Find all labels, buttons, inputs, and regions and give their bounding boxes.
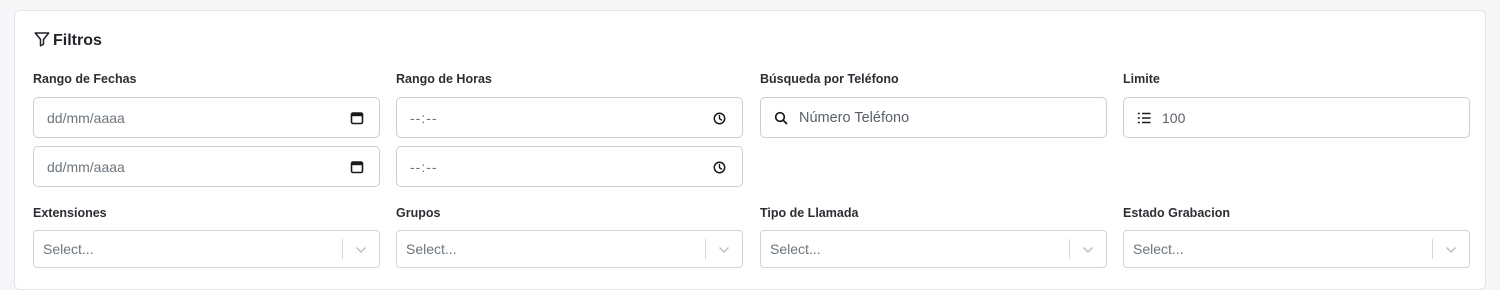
clock-icon[interactable]	[712, 111, 726, 125]
phone-search-input[interactable]: Número Teléfono	[760, 97, 1107, 138]
calendar-icon[interactable]	[349, 159, 365, 175]
select-separator	[705, 239, 706, 259]
start-time-placeholder: --:--	[410, 109, 438, 126]
call-type-select-placeholder: Select...	[770, 241, 821, 257]
end-date-placeholder: dd/mm/aaaa	[47, 158, 125, 175]
recording-status-label: Estado Grabacion	[1123, 206, 1230, 220]
date-range-label: Rango de Fechas	[33, 72, 137, 86]
extensions-label: Extensiones	[33, 206, 107, 220]
chevron-down-icon[interactable]	[1444, 243, 1458, 257]
end-time-input[interactable]: --:--	[396, 146, 743, 187]
limit-input[interactable]: 100	[1123, 97, 1470, 138]
chevron-down-icon[interactable]	[354, 243, 368, 257]
search-icon	[773, 110, 789, 126]
list-ordered-icon	[1136, 111, 1151, 125]
filters-title: Filtros	[33, 30, 102, 52]
filter-icon	[33, 30, 51, 53]
groups-label: Grupos	[396, 206, 441, 220]
start-date-input[interactable]: dd/mm/aaaa	[33, 97, 380, 138]
call-type-label: Tipo de Llamada	[760, 206, 859, 220]
groups-select-placeholder: Select...	[406, 241, 457, 257]
extensions-select[interactable]: Select...	[33, 230, 380, 268]
groups-select[interactable]: Select...	[396, 230, 743, 268]
select-separator	[1069, 239, 1070, 259]
extensions-select-placeholder: Select...	[43, 241, 94, 257]
time-range-label: Rango de Horas	[396, 72, 492, 86]
recording-status-select[interactable]: Select...	[1123, 230, 1470, 268]
select-separator	[1432, 239, 1433, 259]
clock-icon[interactable]	[712, 160, 726, 174]
end-date-input[interactable]: dd/mm/aaaa	[33, 146, 380, 187]
phone-search-label: Búsqueda por Teléfono	[760, 72, 899, 86]
filters-title-text: Filtros	[53, 32, 102, 49]
recording-status-select-placeholder: Select...	[1133, 241, 1184, 257]
chevron-down-icon[interactable]	[717, 243, 731, 257]
end-time-placeholder: --:--	[410, 158, 438, 175]
select-separator	[342, 239, 343, 259]
call-type-select[interactable]: Select...	[760, 230, 1107, 268]
chevron-down-icon[interactable]	[1081, 243, 1095, 257]
limit-label: Limite	[1123, 72, 1160, 86]
start-time-input[interactable]: --:--	[396, 97, 743, 138]
limit-value: 100	[1162, 109, 1186, 126]
phone-search-placeholder: Número Teléfono	[799, 109, 910, 126]
calendar-icon[interactable]	[349, 110, 365, 126]
start-date-placeholder: dd/mm/aaaa	[47, 109, 125, 126]
